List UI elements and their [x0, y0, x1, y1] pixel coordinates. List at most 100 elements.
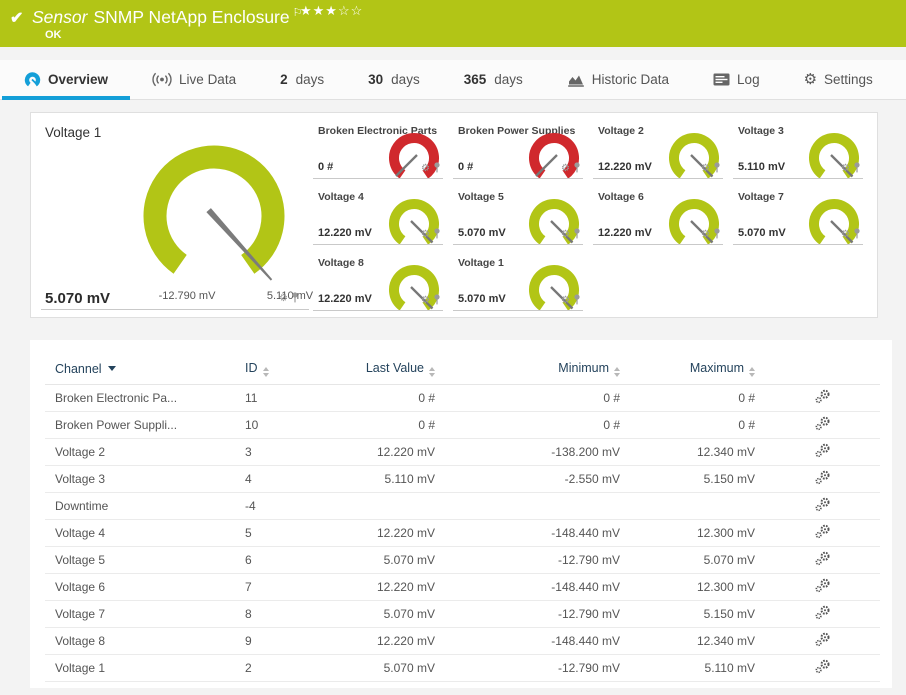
page-title: Sensor SNMP NetApp Enclosure ⚐ — [32, 6, 303, 28]
gauge-pin-icon[interactable] — [291, 290, 299, 308]
mini-gauge-title: Voltage 5 — [458, 191, 504, 203]
gauges-overview-panel: Voltage 1 5.070 mV -12.790 mV 5.110 mV ⚙… — [30, 112, 878, 318]
primary-gauge-value: 5.070 mV — [45, 290, 111, 307]
channel-edit-icon[interactable] — [814, 551, 831, 566]
mini-gauge-cell[interactable]: Voltage 6 12.220 mV ⚙ — [591, 182, 731, 249]
channels-table: Channel ID Last Value Minimum Maximum Br… — [45, 354, 880, 682]
channel-edit-icon[interactable] — [814, 578, 831, 593]
channel-edit-icon[interactable] — [814, 524, 831, 539]
gauge-settings-icon[interactable]: ⚙ — [421, 164, 430, 174]
column-header-maximum[interactable]: Maximum — [630, 354, 765, 385]
mini-gauge-cell[interactable]: Voltage 5 5.070 mV ⚙ — [451, 182, 591, 249]
gauge-settings-icon[interactable]: ⚙ — [561, 230, 570, 240]
cell-edit — [765, 465, 880, 493]
table-row[interactable]: Broken Power Suppli... 10 0 #0 #0 # — [45, 411, 880, 439]
mini-gauge-cell[interactable]: Voltage 2 12.220 mV ⚙ — [591, 116, 731, 183]
table-row[interactable]: Voltage 1 2 5.070 mV -12.790 mV 5.110 mV — [45, 654, 880, 682]
cell-maximum: 5.110 mV — [630, 654, 765, 682]
cell-edit — [765, 573, 880, 601]
mini-gauge-cell[interactable]: Voltage 1 5.070 mV ⚙ — [451, 248, 591, 315]
gauge-settings-icon[interactable]: ⚙ — [701, 230, 710, 240]
priority-stars[interactable]: ★★★☆☆ — [300, 3, 363, 19]
log-icon — [713, 73, 730, 86]
gauge-pin-icon[interactable] — [433, 160, 441, 178]
tab-settings[interactable]: ⚙ Settings — [782, 60, 895, 99]
mini-gauge-value: 5.070 mV — [458, 293, 506, 305]
cell-last-value: 5.110 mV — [300, 465, 445, 493]
gauge-settings-icon[interactable]: ⚙ — [421, 296, 430, 306]
cell-channel: Voltage 1 — [45, 654, 235, 682]
gauge-pin-icon[interactable] — [573, 160, 581, 178]
channel-edit-icon[interactable] — [814, 497, 831, 512]
channel-edit-icon[interactable] — [814, 659, 831, 674]
table-row[interactable]: Downtime -4 — [45, 492, 880, 520]
channel-edit-icon[interactable] — [814, 632, 831, 647]
gauge-pin-icon[interactable] — [713, 226, 721, 244]
gauge-pin-icon[interactable] — [853, 160, 861, 178]
column-header-channel[interactable]: Channel — [45, 354, 235, 385]
mini-gauge-cell[interactable]: Voltage 3 5.110 mV ⚙ — [731, 116, 871, 183]
table-row[interactable]: Voltage 3 4 5.110 mV -2.550 mV 5.150 mV — [45, 465, 880, 493]
column-header-last-value[interactable]: Last Value — [300, 354, 445, 385]
tab-label: Log — [737, 72, 760, 87]
cell-minimum: -2.550 mV — [445, 465, 630, 493]
table-row[interactable]: Voltage 8 9 12.220 mV -148.440 mV 12.340 mV — [45, 627, 880, 655]
mini-gauge-cell[interactable]: Voltage 4 12.220 mV ⚙ — [311, 182, 451, 249]
table-row[interactable]: Broken Electronic Pa... 11 0 #0 #0 # — [45, 384, 880, 412]
mini-gauge-title: Voltage 3 — [738, 125, 784, 137]
channel-edit-icon[interactable] — [814, 605, 831, 620]
gauge-pin-icon[interactable] — [433, 226, 441, 244]
gauge-pin-icon[interactable] — [573, 292, 581, 310]
channel-edit-icon[interactable] — [814, 389, 831, 404]
column-header-minimum[interactable]: Minimum — [445, 354, 630, 385]
cell-last-value: 5.070 mV — [300, 654, 445, 682]
tab-live-data[interactable]: Live Data — [130, 60, 258, 99]
status-check-icon: ✔ — [10, 10, 24, 27]
cell-id: -4 — [235, 492, 300, 520]
primary-gauge-cell: Voltage 1 5.070 mV -12.790 mV 5.110 mV ⚙ — [31, 113, 313, 317]
cell-minimum: -12.790 mV — [445, 600, 630, 628]
gauge-pin-icon[interactable] — [433, 292, 441, 310]
column-header-id[interactable]: ID — [235, 354, 300, 385]
mini-gauge-cell[interactable]: Voltage 8 12.220 mV ⚙ — [311, 248, 451, 315]
sort-icon — [262, 366, 269, 377]
mini-gauge-cell[interactable]: Voltage 7 5.070 mV ⚙ — [731, 182, 871, 249]
tab-365-days[interactable]: 365 days — [442, 60, 545, 99]
mini-gauge-cell[interactable]: Broken Electronic Parts 0 # ⚙ — [311, 116, 451, 183]
channel-edit-icon[interactable] — [814, 443, 831, 458]
gauge-settings-icon[interactable]: ⚙ — [421, 230, 430, 240]
gauge-pin-icon[interactable] — [853, 226, 861, 244]
mini-gauge-title: Voltage 4 — [318, 191, 364, 203]
channel-edit-icon[interactable] — [814, 470, 831, 485]
tab-overview[interactable]: Overview — [2, 60, 131, 100]
channel-edit-icon[interactable] — [814, 416, 831, 431]
status-badge: OK — [45, 29, 62, 41]
cell-maximum — [630, 492, 765, 520]
cell-id: 10 — [235, 411, 300, 439]
mini-gauge-value: 12.220 mV — [318, 293, 372, 305]
tab-log[interactable]: Log — [691, 60, 782, 99]
mini-gauge-value: 5.070 mV — [458, 227, 506, 239]
gauge-pin-icon[interactable] — [713, 160, 721, 178]
sensor-status-bar: ✔ Sensor SNMP NetApp Enclosure ⚐ ★★★☆☆ OK — [0, 0, 906, 47]
mini-gauge-cell[interactable]: Broken Power Supplies 0 # ⚙ — [451, 116, 591, 183]
gauge-pin-icon[interactable] — [573, 226, 581, 244]
table-row[interactable]: Voltage 2 3 12.220 mV -138.200 mV 12.340 mV — [45, 438, 880, 466]
gauge-settings-icon[interactable]: ⚙ — [561, 296, 570, 306]
tab-30-days[interactable]: 30 days — [346, 60, 442, 99]
tab-2-days[interactable]: 2 days — [258, 60, 346, 99]
cell-minimum: -12.790 mV — [445, 546, 630, 574]
cell-edit — [765, 600, 880, 628]
table-row[interactable]: Voltage 6 7 12.220 mV -148.440 mV 12.300 mV — [45, 573, 880, 601]
table-row[interactable]: Voltage 5 6 5.070 mV -12.790 mV 5.070 mV — [45, 546, 880, 574]
gauge-settings-icon[interactable]: ⚙ — [841, 230, 850, 240]
column-header-edit — [765, 354, 880, 385]
table-row[interactable]: Voltage 7 8 5.070 mV -12.790 mV 5.150 mV — [45, 600, 880, 628]
gauge-settings-icon[interactable]: ⚙ — [841, 164, 850, 174]
gauge-settings-icon[interactable]: ⚙ — [279, 294, 288, 304]
cell-channel: Broken Electronic Pa... — [45, 384, 235, 412]
gauge-settings-icon[interactable]: ⚙ — [701, 164, 710, 174]
gauge-settings-icon[interactable]: ⚙ — [561, 164, 570, 174]
tab-historic-data[interactable]: Historic Data — [545, 60, 691, 99]
table-row[interactable]: Voltage 4 5 12.220 mV -148.440 mV 12.300 mV — [45, 519, 880, 547]
